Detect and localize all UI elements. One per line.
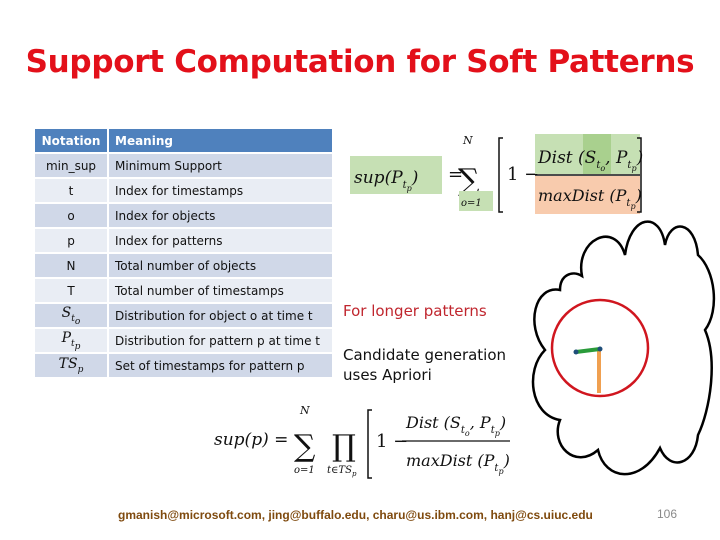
svg-text:Dist (Sto, Ptp): Dist (Sto, Ptp) bbox=[405, 413, 506, 438]
notation-cell: N bbox=[35, 254, 109, 277]
table-row: TSp Set of timestamps for pattern p bbox=[35, 354, 332, 377]
side-heading: For longer patterns bbox=[343, 302, 487, 320]
svg-text:1 −: 1 − bbox=[507, 164, 539, 185]
footer-emails: gmanish@microsoft.com, jing@buffalo.edu,… bbox=[118, 508, 593, 522]
svg-text:o=1: o=1 bbox=[294, 465, 315, 476]
notation-cell: p bbox=[35, 229, 109, 252]
svg-text:maxDist (Ptp): maxDist (Ptp) bbox=[406, 451, 510, 476]
cloud-outline bbox=[531, 220, 716, 476]
table-row: o Index for objects bbox=[35, 204, 332, 227]
notation-cell: t bbox=[35, 179, 109, 202]
meaning-cell: Total number of timestamps bbox=[109, 279, 332, 302]
cloud-illustration bbox=[531, 220, 716, 476]
table-row: p Index for patterns bbox=[35, 229, 332, 252]
svg-text:o=1: o=1 bbox=[461, 198, 482, 209]
svg-text:t∈TSp: t∈TSp bbox=[327, 465, 357, 478]
meaning-cell: Index for objects bbox=[109, 204, 332, 227]
meaning-cell: Minimum Support bbox=[109, 154, 332, 177]
endpoint-dot bbox=[597, 346, 603, 352]
table-header-row: Notation Meaning bbox=[35, 129, 332, 152]
slide-title: Support Computation for Soft Patterns bbox=[25, 44, 695, 80]
notation-cell: o bbox=[35, 204, 109, 227]
header-notation: Notation bbox=[35, 129, 109, 152]
notation-cell: Ptp bbox=[35, 329, 109, 352]
table-row: Sto Distribution for object o at time t bbox=[35, 304, 332, 327]
notation-cell: min_sup bbox=[35, 154, 109, 177]
support-formula-bottom: sup(p) = N ∑ o=1 ∏ t∈TSp 1 − Dist (Sto, … bbox=[214, 404, 510, 479]
svg-text:∑: ∑ bbox=[294, 429, 316, 464]
notation-cell: T bbox=[35, 279, 109, 302]
meaning-cell: Distribution for pattern p at time t bbox=[109, 329, 332, 352]
table-row: min_sup Minimum Support bbox=[35, 154, 332, 177]
svg-text:∏: ∏ bbox=[332, 429, 356, 464]
svg-text:N: N bbox=[299, 404, 310, 417]
notation-cell: TSp bbox=[35, 354, 109, 377]
table-row: T Total number of timestamps bbox=[35, 279, 332, 302]
meaning-cell: Distribution for object o at time t bbox=[109, 304, 332, 327]
table-row: Ptp Distribution for pattern p at time t bbox=[35, 329, 332, 352]
page-number: 106 bbox=[657, 507, 678, 521]
support-formula-top: sup(Ptp) = N ∑ o=1 1 − Dist (Sto, Ptp) m… bbox=[350, 134, 643, 214]
side-text-line: Candidate generation bbox=[343, 346, 507, 364]
table-row: N Total number of objects bbox=[35, 254, 332, 277]
notation-cell: Sto bbox=[35, 304, 109, 327]
table-row: t Index for timestamps bbox=[35, 179, 332, 202]
meaning-cell: Index for patterns bbox=[109, 229, 332, 252]
meaning-cell: Set of timestamps for pattern p bbox=[109, 354, 332, 377]
side-text: Candidate generation uses Apriori bbox=[343, 345, 506, 385]
meaning-cell: Total number of objects bbox=[109, 254, 332, 277]
endpoint-dot bbox=[573, 349, 579, 355]
header-meaning: Meaning bbox=[109, 129, 332, 152]
svg-text:sup(p) =: sup(p) = bbox=[214, 430, 288, 450]
side-text-line: uses Apriori bbox=[343, 366, 432, 384]
meaning-cell: Index for timestamps bbox=[109, 179, 332, 202]
notation-table: Notation Meaning min_sup Minimum Support … bbox=[35, 127, 332, 379]
svg-text:N: N bbox=[462, 134, 473, 147]
